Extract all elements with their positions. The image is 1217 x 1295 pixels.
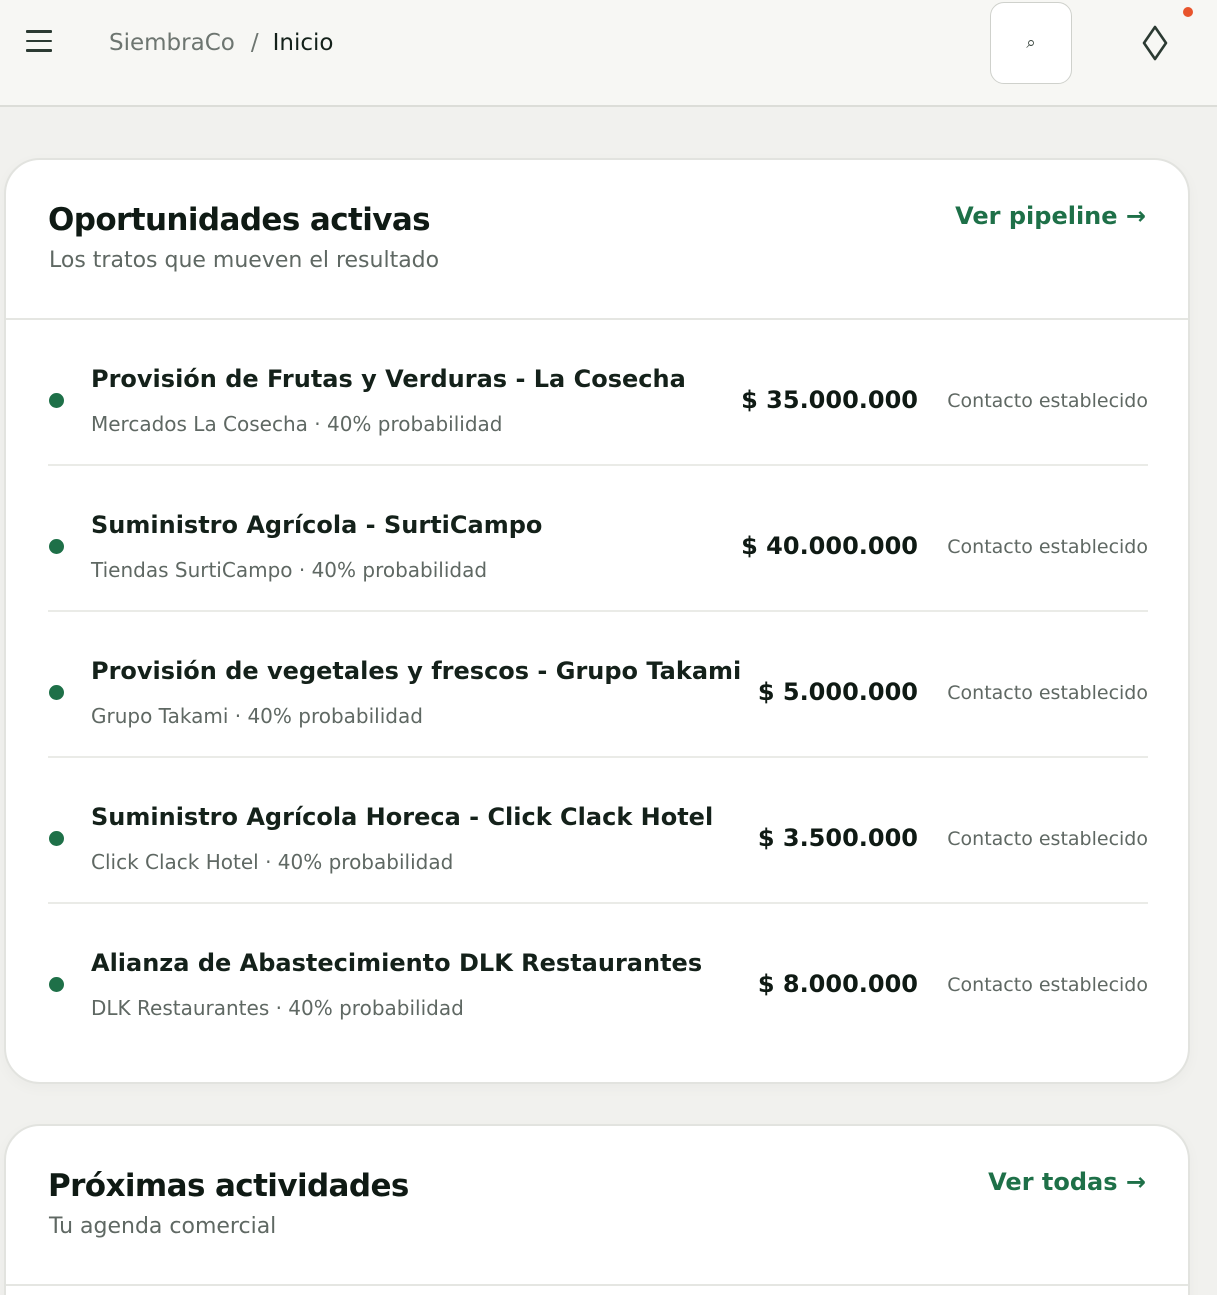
deal-item[interactable]: Provisión de vegetales y frescos - Grupo…	[48, 612, 1148, 758]
opportunities-subtitle: Los tratos que mueven el resultado	[49, 248, 440, 273]
deal-meta: Mercados La Cosecha · 40% probabilidad	[91, 412, 503, 436]
deal-title: Provisión de vegetales y frescos - Grupo…	[91, 657, 742, 685]
activities-title: Próximas actividades	[48, 1168, 409, 1204]
deal-title: Alianza de Abastecimiento DLK Restaurant…	[91, 949, 703, 977]
search-button[interactable]: ⌕	[990, 2, 1072, 84]
status-dot	[49, 393, 64, 408]
deal-item[interactable]: Suministro Agrícola - SurtiCampo Tiendas…	[48, 466, 1148, 612]
activities-card: Próximas actividades Tu agenda comercial…	[4, 1124, 1190, 1295]
deal-amount: $ 40.000.000	[741, 532, 918, 560]
deal-amount: $ 3.500.000	[757, 824, 918, 852]
deal-item[interactable]: Alianza de Abastecimiento DLK Restaurant…	[48, 904, 1148, 1050]
menu-icon[interactable]	[26, 30, 52, 56]
view-all-activities-link[interactable]: Ver todas →	[988, 1168, 1146, 1196]
deal-stage: Contacto establecido	[947, 682, 1148, 704]
opportunities-card: Oportunidades activas Los tratos que mue…	[4, 158, 1190, 1084]
deal-amount: $ 8.000.000	[757, 970, 918, 998]
opportunities-header: Oportunidades activas Los tratos que mue…	[6, 160, 1188, 320]
breadcrumb-separator: /	[250, 30, 259, 56]
deal-item[interactable]: Provisión de Frutas y Verduras - La Cose…	[48, 320, 1148, 466]
notification-dot	[1183, 7, 1193, 17]
deal-list: Provisión de Frutas y Verduras - La Cose…	[48, 320, 1148, 1050]
status-dot	[49, 685, 64, 700]
status-dot	[49, 539, 64, 554]
deal-meta: Click Clack Hotel · 40% probabilidad	[91, 850, 454, 874]
deal-item[interactable]: Suministro Agrícola Horeca - Click Clack…	[48, 758, 1148, 904]
breadcrumb: SiembraCo / Inicio	[109, 28, 333, 58]
breadcrumb-root[interactable]: SiembraCo	[109, 30, 235, 56]
deal-stage: Contacto establecido	[947, 390, 1148, 412]
deal-meta: Tiendas SurtiCampo · 40% probabilidad	[91, 558, 488, 582]
deal-meta: DLK Restaurantes · 40% probabilidad	[91, 996, 464, 1020]
deal-stage: Contacto establecido	[947, 974, 1148, 996]
activities-subtitle: Tu agenda comercial	[49, 1214, 277, 1239]
diamond-logo-icon[interactable]	[1140, 24, 1170, 62]
deal-title: Suministro Agrícola Horeca - Click Clack…	[91, 803, 714, 831]
breadcrumb-current: Inicio	[272, 30, 334, 56]
activities-header: Próximas actividades Tu agenda comercial…	[6, 1126, 1188, 1286]
opportunities-title: Oportunidades activas	[48, 202, 431, 238]
top-bar: SiembraCo / Inicio ⌕	[0, 0, 1217, 107]
status-dot	[49, 977, 64, 992]
deal-amount: $ 35.000.000	[741, 386, 918, 414]
view-pipeline-link[interactable]: Ver pipeline →	[955, 202, 1146, 230]
status-dot	[49, 831, 64, 846]
deal-title: Suministro Agrícola - SurtiCampo	[91, 511, 543, 539]
deal-stage: Contacto establecido	[947, 828, 1148, 850]
deal-amount: $ 5.000.000	[757, 678, 918, 706]
deal-stage: Contacto establecido	[947, 536, 1148, 558]
deal-meta: Grupo Takami · 40% probabilidad	[91, 704, 423, 728]
search-icon: ⌕	[1026, 33, 1036, 53]
deal-title: Provisión de Frutas y Verduras - La Cose…	[91, 365, 686, 393]
